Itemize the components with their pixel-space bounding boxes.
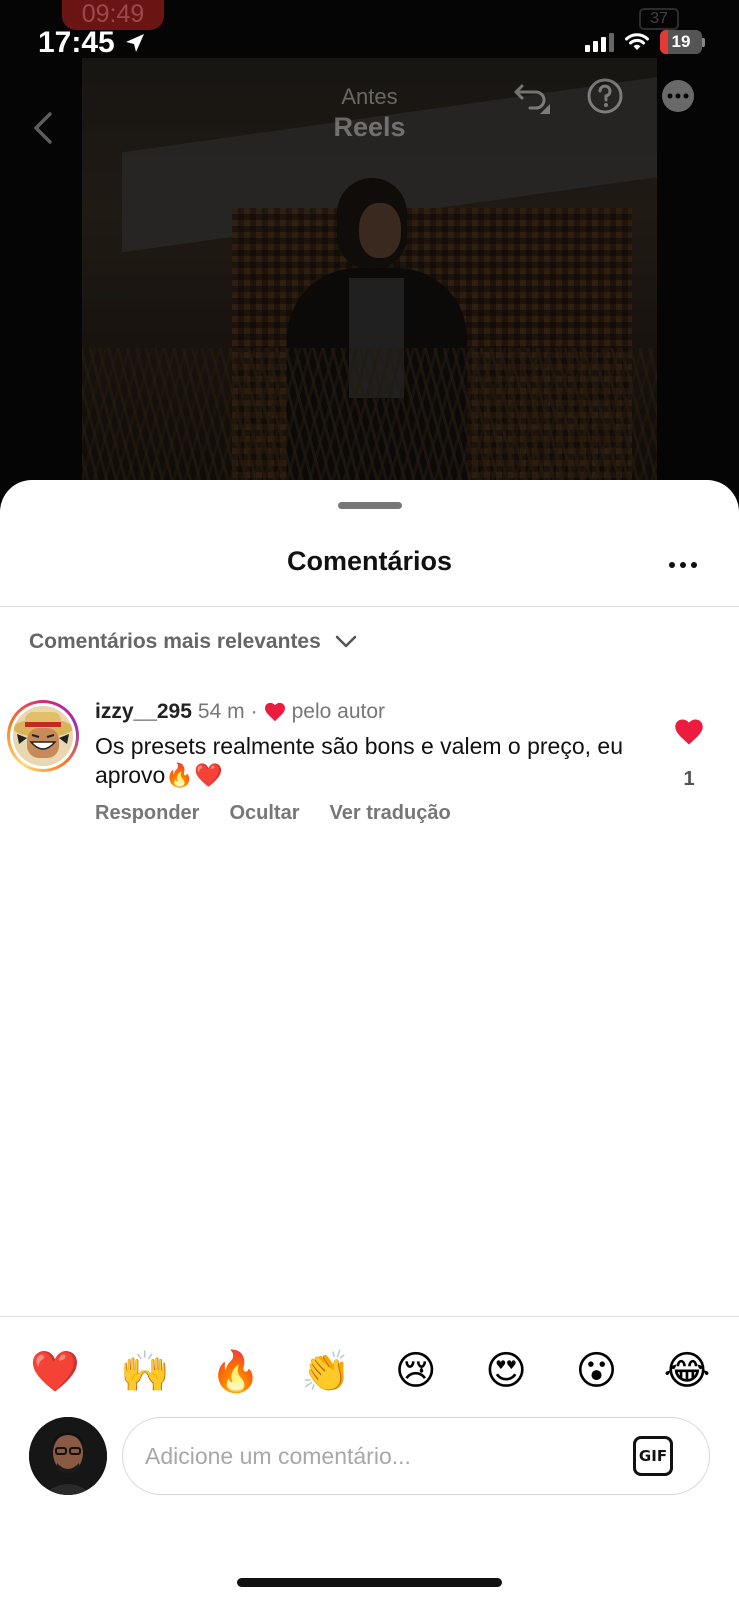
emoji-fire[interactable]: 🔥 [211,1348,261,1395]
sheet-more-options-button[interactable] [669,562,697,568]
dot [680,562,686,568]
sort-label: Comentários mais relevantes [29,630,321,653]
emoji-laughing[interactable]: 😂 [663,1348,711,1394]
commenter-avatar[interactable] [7,700,79,772]
meta-separator: · [250,700,258,723]
comment-input[interactable] [145,1436,605,1476]
comment-time: 54 m [197,700,245,723]
ghost-battery: 37 [639,8,679,30]
author-like-label: pelo autor [291,700,386,723]
dot [691,562,697,568]
comment-item: izzy__295 54 m · pelo autor Os presets r… [0,700,739,840]
avatar-inner [10,703,76,769]
reply-button[interactable]: Responder [95,802,199,825]
comment-like-count: 1 [683,768,695,790]
hide-button[interactable]: Ocultar [229,802,299,825]
emoji-crying[interactable]: 😢 [392,1348,440,1394]
comment-text: Os presets realmente são bons e valem o … [95,733,624,788]
battery-nub [702,37,705,47]
comment-composer: GIF [0,1415,739,1505]
comment-actions: Responder Ocultar Ver tradução [95,802,451,825]
composer-divider [0,1316,739,1317]
battery-icon: 19 [660,30,705,54]
home-indicator[interactable] [237,1578,502,1587]
undo-icon[interactable] [512,76,552,116]
video-overlay-title: Reels [333,112,406,142]
comment-input-container[interactable]: GIF [122,1417,710,1495]
status-icons: 19 [585,30,705,54]
header-divider [0,606,739,607]
location-arrow-icon [125,34,144,52]
author-liked-heart-icon [264,702,285,722]
battery-fill [660,30,668,54]
emoji-surprised[interactable]: 😮 [573,1348,621,1394]
translate-button[interactable]: Ver tradução [330,802,451,825]
quick-emoji-bar: ❤️ 🙌 🔥 👏 😢 😍 😮 😂 [0,1336,739,1406]
comment-meta: izzy__295 54 m · pelo autor [95,700,385,724]
battery-body: 19 [660,30,702,54]
chevron-down-icon [335,635,357,648]
video-background [0,0,739,500]
cellular-signal-icon [585,32,614,52]
emoji-raised-hands[interactable]: 🙌 [120,1348,170,1395]
user-photo-icon [29,1417,107,1495]
sheet-title: Comentários [286,546,453,576]
status-time: 17:45 [38,26,147,60]
avatar-image [13,706,73,766]
comments-sheet: Comentários Comentários mais relevantes [0,480,739,1600]
heart-filled-icon [675,719,703,745]
emoji-clap[interactable]: 👏 [301,1348,351,1395]
help-icon[interactable] [585,76,625,116]
gif-button[interactable]: GIF [633,1436,673,1476]
wifi-icon [625,33,649,50]
comment-like-button[interactable] [672,718,706,751]
video-overlay-subtitle: Antes [341,84,398,109]
sheet-grabber[interactable] [338,502,402,509]
dot [669,562,675,568]
battery-level: 19 [671,32,691,51]
straw-hat-character-icon [13,706,73,766]
emoji-heart[interactable]: ❤️ [30,1348,80,1395]
my-avatar [29,1417,107,1495]
ghost-status-icons: 37 [639,8,679,30]
sort-dropdown[interactable]: Comentários mais relevantes [29,630,357,654]
emoji-heart-eyes[interactable]: 😍 [482,1348,530,1394]
status-time-text: 17:45 [38,26,115,59]
comment-username[interactable]: izzy__295 [95,700,192,724]
more-options-circle-icon[interactable] [658,76,698,116]
